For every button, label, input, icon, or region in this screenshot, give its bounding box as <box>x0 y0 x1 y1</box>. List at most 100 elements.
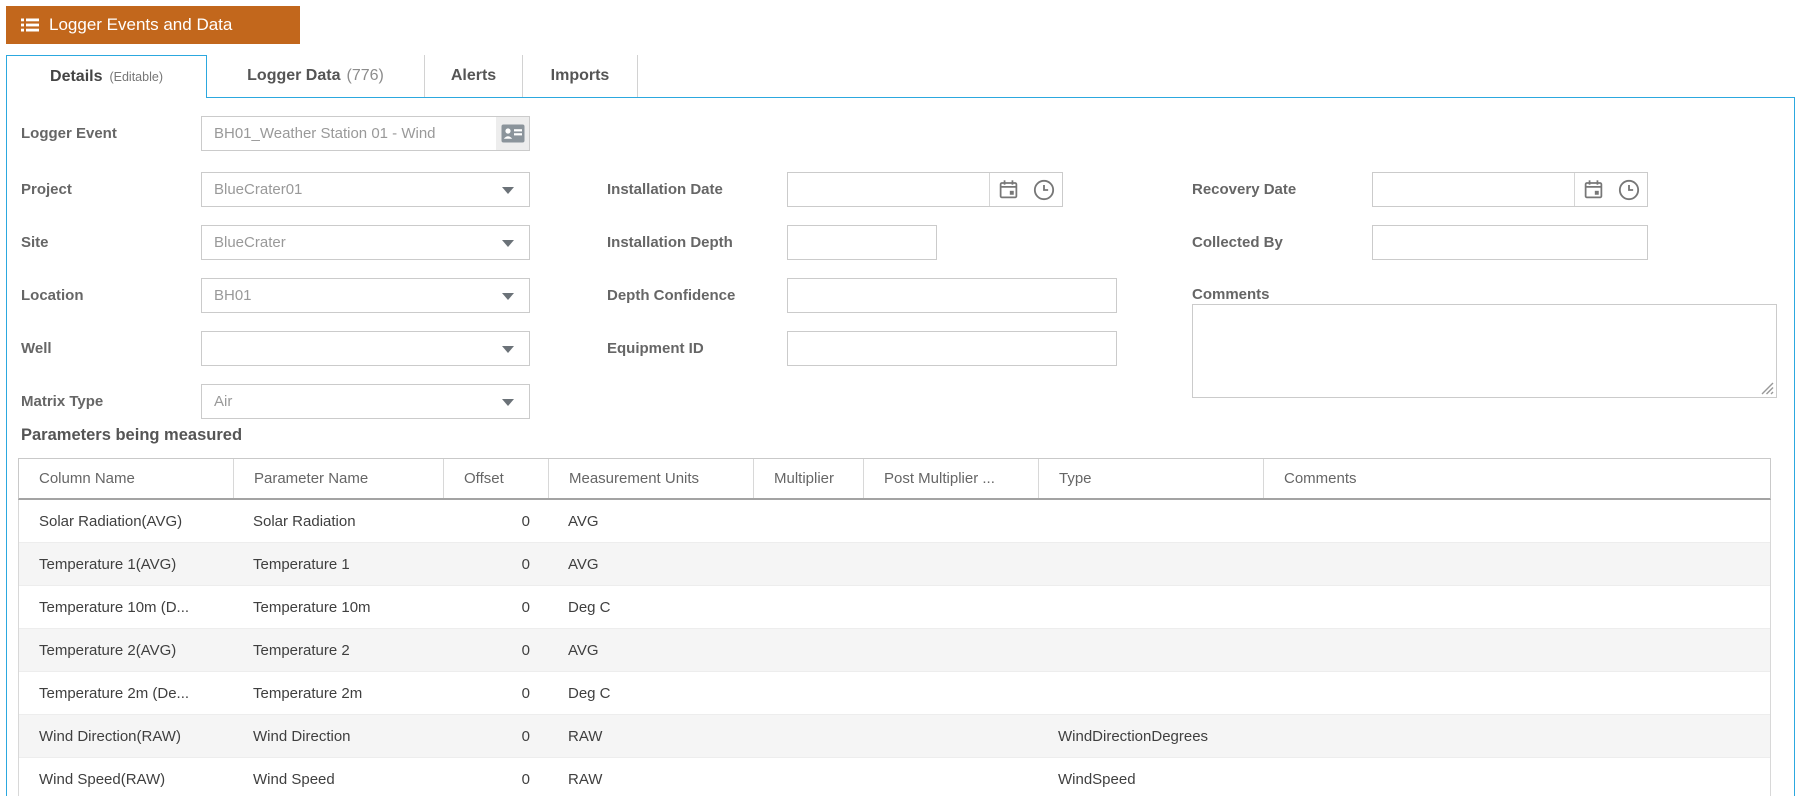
clock-icon <box>1033 179 1055 200</box>
depth-confidence-input[interactable] <box>787 278 1117 313</box>
recovery-date-input[interactable] <box>1373 173 1574 206</box>
table-row[interactable]: Wind Direction(RAW) Wind Direction 0 RAW… <box>19 715 1770 758</box>
project-dropdown[interactable]: BlueCrater01 <box>201 172 530 207</box>
installation-date-calendar-button[interactable] <box>990 173 1026 206</box>
column-header[interactable]: Post Multiplier ... <box>864 459 1039 498</box>
column-header[interactable]: Comments <box>1264 459 1770 498</box>
table-cell-parameter-name: Temperature 10m <box>253 598 371 616</box>
table-cell-parameter-name: Solar Radiation <box>253 512 356 530</box>
table-cell-column-name: Temperature 2(AVG) <box>39 641 177 659</box>
collected-by-input[interactable] <box>1372 225 1648 260</box>
table-row[interactable]: Temperature 10m (D... Temperature 10m 0 … <box>19 586 1770 629</box>
matrix-type-label: Matrix Type <box>21 393 104 410</box>
caret-down-icon <box>502 239 514 247</box>
recovery-date-field <box>1372 172 1648 207</box>
table-cell-measurement-units: AVG <box>568 512 599 530</box>
table-cell-multiplier <box>753 543 863 585</box>
site-value: BlueCrater <box>214 234 286 251</box>
table-cell-comments <box>1263 629 1770 671</box>
table-cell-comments <box>1263 586 1770 628</box>
table-header-row: Column Name Parameter Name Offset Measur… <box>18 458 1771 500</box>
column-header[interactable]: Multiplier <box>754 459 864 498</box>
table-cell-multiplier <box>753 586 863 628</box>
tab-details[interactable]: Details (Editable) <box>6 55 207 98</box>
logger-event-input[interactable] <box>202 117 496 150</box>
table-row[interactable]: Wind Speed(RAW) Wind Speed 0 RAW WindSpe… <box>19 758 1770 796</box>
tab-logger-data-label: Logger Data <box>247 67 341 84</box>
parameters-table: Column Name Parameter Name Offset Measur… <box>18 458 1771 796</box>
table-cell-column-name: Temperature 1(AVG) <box>39 555 177 573</box>
caret-down-icon <box>502 398 514 406</box>
table-row[interactable]: Temperature 1(AVG) Temperature 1 0 AVG <box>19 543 1770 586</box>
table-cell-offset: 0 <box>521 684 530 702</box>
table-cell-measurement-units: AVG <box>568 641 599 659</box>
table-cell-type <box>1038 543 1263 585</box>
table-cell-offset: 0 <box>521 512 530 530</box>
well-dropdown[interactable] <box>201 331 530 366</box>
tab-logger-data[interactable]: Logger Data (776) <box>207 55 425 97</box>
tab-imports[interactable]: Imports <box>523 55 638 97</box>
table-cell-post-multiplier <box>863 758 1038 796</box>
table-cell-parameter-name: Temperature 2 <box>253 641 350 659</box>
tab-alerts-label: Alerts <box>450 67 497 84</box>
table-cell-offset: 0 <box>521 727 530 745</box>
equipment-id-input[interactable] <box>787 331 1117 366</box>
table-cell-offset: 0 <box>521 641 530 659</box>
caret-down-icon <box>502 345 514 353</box>
calendar-icon <box>1584 180 1602 199</box>
table-cell-type <box>1038 672 1263 714</box>
table-cell-column-name: Temperature 2m (De... <box>39 684 190 702</box>
logger-event-lookup-button[interactable] <box>496 117 529 150</box>
contact-card-icon <box>501 124 524 143</box>
table-cell-comments <box>1263 672 1770 714</box>
installation-date-input[interactable] <box>788 173 989 206</box>
column-header[interactable]: Type <box>1039 459 1264 498</box>
table-row[interactable]: Solar Radiation(AVG) Solar Radiation 0 A… <box>19 500 1770 543</box>
table-cell-comments <box>1263 500 1770 542</box>
table-cell-offset: 0 <box>521 555 530 573</box>
matrix-type-dropdown[interactable]: Air <box>201 384 530 419</box>
table-cell-measurement-units: Deg C <box>568 598 611 616</box>
table-cell-comments <box>1263 543 1770 585</box>
table-cell-column-name: Wind Direction(RAW) <box>39 727 181 745</box>
installation-date-clock-button[interactable] <box>1026 173 1062 206</box>
table-cell-parameter-name: Temperature 2m <box>253 684 363 702</box>
table-cell-offset: 0 <box>521 598 530 616</box>
table-cell-post-multiplier <box>863 672 1038 714</box>
installation-depth-input[interactable] <box>787 225 937 260</box>
column-header[interactable]: Measurement Units <box>549 459 754 498</box>
table-cell-measurement-units: RAW <box>568 770 603 788</box>
project-label: Project <box>21 181 72 198</box>
table-cell-measurement-units: RAW <box>568 727 603 745</box>
column-header[interactable]: Offset <box>444 459 549 498</box>
table-row[interactable]: Temperature 2(AVG) Temperature 2 0 AVG <box>19 629 1770 672</box>
matrix-type-value: Air <box>214 393 233 410</box>
logger-event-label: Logger Event <box>21 125 117 142</box>
table-cell-multiplier <box>753 672 863 714</box>
table-cell-multiplier <box>753 758 863 796</box>
recovery-date-calendar-button[interactable] <box>1575 173 1611 206</box>
table-cell-type: WindSpeed <box>1058 770 1136 788</box>
collected-by-label: Collected By <box>1192 234 1283 251</box>
table-cell-column-name: Temperature 10m (D... <box>39 598 190 616</box>
table-cell-parameter-name: Temperature 1 <box>253 555 350 573</box>
installation-date-field <box>787 172 1063 207</box>
column-header[interactable]: Parameter Name <box>234 459 444 498</box>
tab-imports-label: Imports <box>550 67 610 84</box>
logger-events-header-button[interactable]: Logger Events and Data <box>6 6 300 44</box>
table-cell-parameter-name: Wind Direction <box>253 727 351 745</box>
table-cell-comments <box>1263 715 1770 757</box>
comments-textarea[interactable] <box>1193 305 1776 397</box>
table-row[interactable]: Temperature 2m (De... Temperature 2m 0 D… <box>19 672 1770 715</box>
resize-handle-icon[interactable] <box>1759 380 1774 395</box>
tab-alerts[interactable]: Alerts <box>425 55 523 97</box>
recovery-date-clock-button[interactable] <box>1611 173 1647 206</box>
column-header[interactable]: Column Name <box>19 459 234 498</box>
table-cell-offset: 0 <box>521 770 530 788</box>
table-cell-multiplier <box>753 629 863 671</box>
location-value: BH01 <box>214 287 252 304</box>
site-dropdown[interactable]: BlueCrater <box>201 225 530 260</box>
tab-bar: Details (Editable) Logger Data (776) Alert… <box>6 55 638 98</box>
logger-events-screen: Logger Events and Data Details (Editable)… <box>0 0 1803 796</box>
location-dropdown[interactable]: BH01 <box>201 278 530 313</box>
